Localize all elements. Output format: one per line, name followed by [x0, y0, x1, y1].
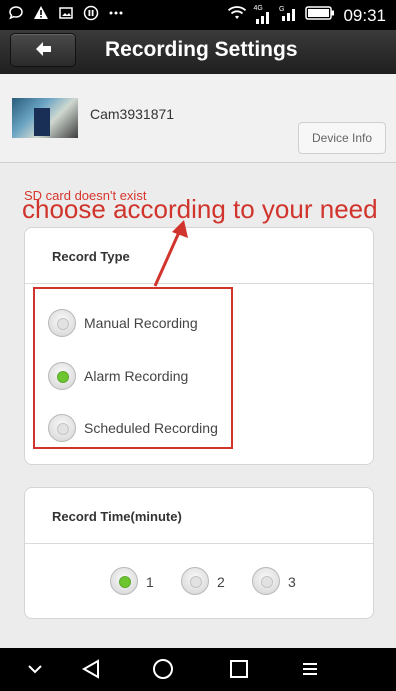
option-label-time-1: 1 [146, 574, 154, 590]
record-time-card: Record Time(minute) 1 2 3 [24, 487, 374, 619]
page-title: Recording Settings [105, 38, 298, 61]
back-button[interactable] [10, 33, 76, 67]
radio-time-2[interactable] [181, 567, 209, 595]
radio-time-1[interactable] [110, 567, 138, 595]
radio-dot [190, 576, 202, 588]
annotation-highlight-box [33, 287, 233, 449]
signal-g-icon: G [279, 4, 299, 27]
annotation-text: choose according to your need [22, 194, 378, 224]
warning-icon [33, 5, 49, 21]
menu-icon[interactable] [300, 659, 320, 684]
card-divider [25, 543, 373, 544]
status-bar: 4G G 09:31 [0, 0, 396, 30]
chevron-down-icon[interactable] [26, 660, 44, 683]
radio-dot [119, 576, 131, 588]
pause-circle-icon [83, 5, 99, 21]
gallery-icon [58, 5, 74, 21]
more-dots-icon [108, 5, 124, 21]
back-triangle-icon[interactable] [80, 658, 102, 685]
status-right-icons: 4G G 09:31 [227, 4, 386, 27]
option-label-time-2: 2 [217, 574, 225, 590]
radio-dot [261, 576, 273, 588]
svg-text:G: G [279, 6, 284, 13]
annotation-arrow [153, 220, 188, 287]
radio-time-3[interactable] [252, 567, 280, 595]
recent-apps-square-icon[interactable] [228, 658, 250, 685]
camera-thumbnail [12, 98, 78, 138]
camera-name: Cam3931871 [90, 106, 175, 122]
clock-time: 09:31 [343, 5, 386, 25]
option-label-time-3: 3 [288, 574, 296, 590]
back-arrow-icon [36, 42, 51, 56]
device-row: Cam3931871 Device Info [0, 74, 396, 163]
wifi-icon [227, 5, 247, 26]
device-info-button[interactable]: Device Info [298, 122, 386, 154]
card-divider [25, 283, 373, 284]
chat-bubble-icon [8, 5, 24, 21]
home-circle-icon[interactable] [152, 658, 174, 685]
record-time-title: Record Time(minute) [52, 509, 182, 524]
navigation-bar [0, 648, 396, 691]
battery-icon [305, 5, 335, 26]
status-left-icons [8, 5, 124, 21]
record-type-title: Record Type [52, 249, 130, 264]
signal-4g-icon: 4G [253, 5, 273, 25]
app-header: Recording Settings [0, 30, 396, 74]
